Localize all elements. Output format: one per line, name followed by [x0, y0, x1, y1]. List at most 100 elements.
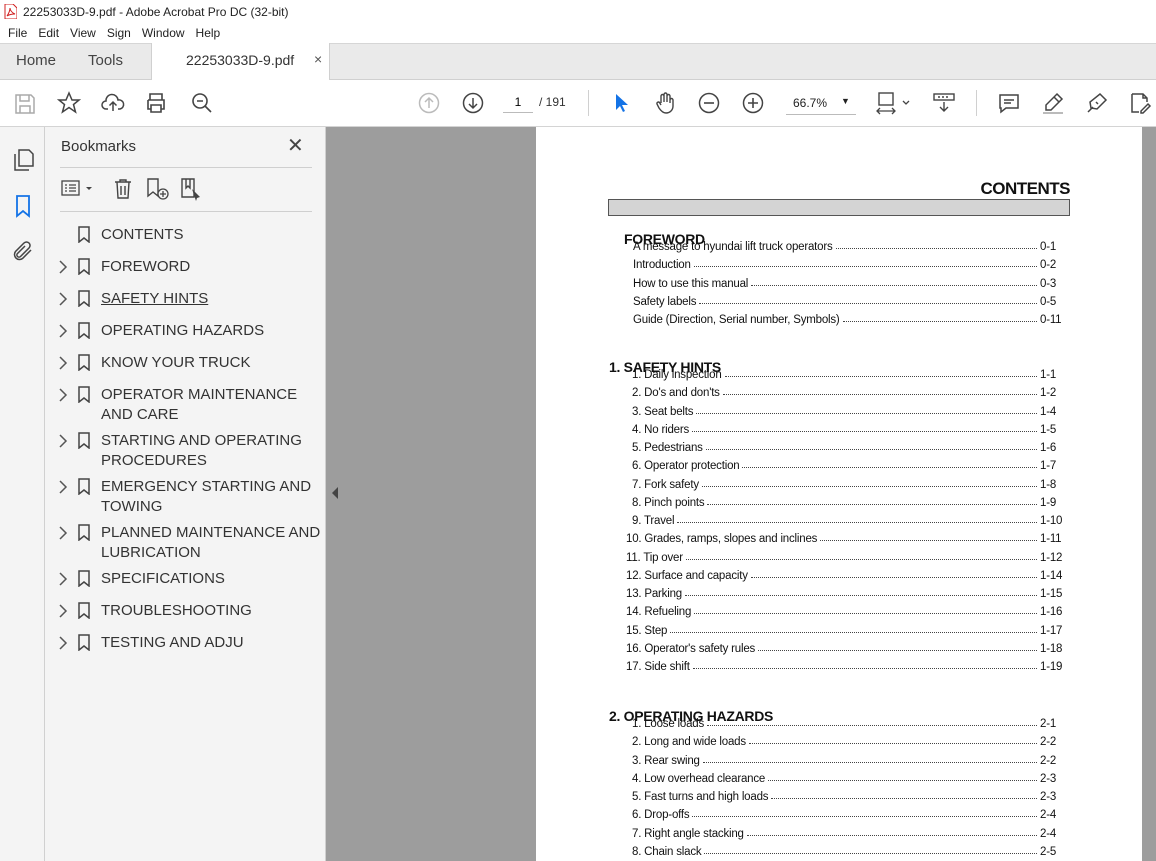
toc-leader-dots [707, 503, 1037, 505]
bookmark-icon [78, 322, 90, 339]
hand-tool-icon[interactable] [653, 91, 677, 115]
next-page-icon[interactable] [461, 91, 485, 115]
menu-window[interactable]: Window [142, 26, 185, 40]
toc-leader-dots [684, 595, 1037, 596]
toc-leader-dots [707, 725, 1037, 726]
zoom-dropdown[interactable]: 66.7% ▼ [786, 91, 856, 115]
bookmark-label: KNOW YOUR TRUCK [101, 354, 251, 371]
save-icon[interactable] [13, 92, 37, 116]
chevron-right-icon[interactable] [58, 324, 68, 338]
menu-view[interactable]: View [70, 26, 96, 40]
star-icon[interactable] [56, 91, 82, 115]
bookmark-label: OPERATOR MAINTENANCE AND CARE [101, 386, 298, 423]
tab-document[interactable]: 22253033D-9.pdf × [151, 43, 330, 81]
upload-cloud-icon[interactable] [101, 91, 125, 115]
toc-entry: 2. Long and wide loads 2-2 [632, 732, 1064, 748]
toc-entry-text: 4. Low overhead clearance [632, 772, 766, 785]
toc-page-number: 1-16 [1040, 606, 1063, 619]
select-pointer-icon[interactable] [609, 91, 633, 115]
toc-leader-dots [722, 394, 1037, 396]
toc-leader-dots [693, 266, 1037, 268]
toc-leader-dots [685, 558, 1037, 560]
toc-page-number: 0-11 [1040, 314, 1062, 326]
close-panel-icon[interactable]: ✕ [287, 136, 304, 156]
highlight-pen-icon[interactable] [1041, 91, 1065, 115]
bookmark-icon [78, 432, 90, 449]
menu-edit[interactable]: Edit [38, 26, 59, 40]
close-tab-icon[interactable]: × [314, 51, 322, 67]
toc-entry: 17. Side shift 1-19 [626, 657, 1064, 673]
chevron-right-icon[interactable] [58, 636, 68, 650]
find-bookmark-icon[interactable] [179, 177, 203, 201]
chevron-right-icon[interactable] [58, 480, 68, 494]
sign-pen-icon[interactable] [1085, 91, 1109, 115]
toc-entry-text: Introduction [633, 259, 691, 272]
toc-entry-text: 6. Operator protection [632, 460, 740, 473]
chevron-right-icon[interactable] [58, 388, 68, 402]
bookmark-label: STARTING AND OPERATING PROCEDURES [101, 432, 302, 469]
toc-leader-dots [820, 540, 1037, 542]
toc-page-number: 1-6 [1040, 442, 1057, 454]
toc-page-number: 1-19 [1040, 661, 1063, 673]
toc-entry-text: 5. Fast turns and high loads [632, 791, 769, 803]
tab-tools[interactable]: Tools [88, 52, 123, 69]
toc-leader-dots [692, 430, 1037, 432]
toc-entry-text: 17. Side shift [626, 661, 690, 673]
zoom-out-icon[interactable] [697, 91, 721, 115]
bookmark-options-icon[interactable] [61, 177, 95, 201]
tab-home[interactable]: Home [16, 52, 56, 69]
toc-entry-text: Guide (Direction, Serial number, Symbols… [633, 314, 840, 326]
chevron-right-icon[interactable] [58, 292, 68, 306]
toc-entry-text: 2. Long and wide loads [632, 736, 746, 749]
menu-help[interactable]: Help [196, 26, 221, 40]
toc-entry-text: A message to hyundai lift truck operator… [633, 241, 833, 253]
comment-icon[interactable] [997, 91, 1021, 115]
search-zoom-icon[interactable] [190, 91, 214, 115]
attachments-paperclip-icon[interactable] [11, 239, 35, 263]
toc-page-number: 2-1 [1040, 718, 1057, 730]
toolbar [0, 80, 1156, 127]
toc-entry-text: 15. Step [626, 624, 668, 637]
toc-page-number: 2-2 [1040, 754, 1057, 767]
toc-entry: 11. Tip over 1-12 [626, 548, 1064, 564]
new-bookmark-icon[interactable] [145, 177, 169, 201]
print-icon[interactable] [144, 91, 168, 115]
delete-bookmark-icon[interactable] [111, 177, 135, 201]
toc-entry-text: How to use this manual [633, 277, 749, 290]
page-fit-icon[interactable] [876, 91, 912, 115]
bookmark-label: SAFETY HINTS [101, 290, 209, 307]
toc-leader-dots [724, 376, 1037, 377]
toc-page-number: 0-3 [1040, 277, 1057, 290]
toc-page-number: 0-5 [1040, 295, 1057, 308]
chevron-right-icon[interactable] [58, 434, 68, 448]
chevron-right-icon[interactable] [58, 260, 68, 274]
toc-page-number: 1-5 [1040, 423, 1057, 436]
chevron-right-icon[interactable] [58, 356, 68, 370]
bookmark-label: TROUBLESHOOTING [101, 602, 252, 619]
toc-page-number: 2-2 [1040, 736, 1057, 749]
scroll-mode-icon[interactable] [932, 91, 956, 115]
toc-entry-text: 12. Surface and capacity [626, 569, 748, 582]
page-number-input[interactable] [503, 91, 533, 113]
collapse-panel-arrow-icon[interactable] [331, 487, 339, 499]
toc-leader-dots [705, 449, 1037, 450]
toc-entry: Safety labels 0-5 [633, 292, 1064, 308]
bookmark-label: EMERGENCY STARTING AND TOWING [101, 478, 312, 515]
bookmarks-title: Bookmarks [61, 138, 137, 155]
toc-page-number: 1-18 [1040, 642, 1063, 655]
bookmark-icon [78, 386, 90, 403]
chevron-right-icon[interactable] [58, 572, 68, 586]
document-heading: CONTENTS [980, 179, 1071, 198]
bookmarks-panel-icon[interactable] [11, 194, 35, 218]
chevron-right-icon[interactable] [58, 604, 68, 618]
edit-pdf-icon[interactable] [1128, 91, 1152, 115]
bookmark-icon [78, 602, 90, 619]
menu-sign[interactable]: Sign [107, 26, 131, 40]
page-thumbnails-icon[interactable] [11, 148, 35, 172]
chevron-right-icon[interactable] [58, 526, 68, 540]
zoom-in-icon[interactable] [741, 91, 765, 115]
toc-entry: 2. Do's and don'ts 1-2 [632, 383, 1064, 399]
menu-file[interactable]: File [8, 26, 27, 40]
chevron-down-icon: ▼ [841, 96, 850, 106]
previous-page-icon[interactable] [417, 91, 441, 115]
